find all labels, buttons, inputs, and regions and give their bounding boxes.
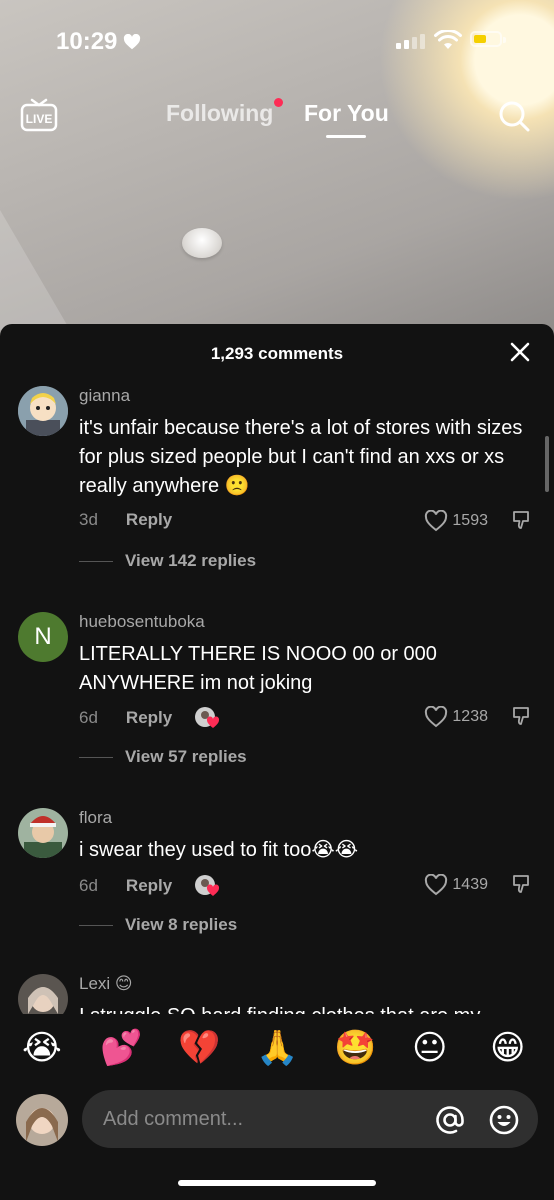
comment-meta: 6d Reply: [79, 874, 222, 898]
emoji-button[interactable]: 🤩: [334, 1028, 376, 1068]
replies-divider: [79, 924, 113, 926]
reply-button[interactable]: Reply: [126, 876, 172, 896]
reply-button[interactable]: Reply: [126, 510, 172, 530]
home-indicator: [178, 1180, 376, 1186]
comment-username[interactable]: huebosentuboka: [79, 612, 205, 632]
wall-edge: [0, 210, 70, 330]
tab-for-you[interactable]: For You: [304, 100, 389, 127]
comment-age: 6d: [79, 708, 98, 727]
emoji-picker-icon[interactable]: [488, 1104, 520, 1136]
heart-outline-icon: [425, 706, 448, 728]
heart-outline-icon: [425, 874, 448, 896]
replies-divider: [79, 756, 113, 758]
like-button[interactable]: 1593: [424, 510, 488, 532]
avatar-letter: N: [34, 623, 52, 650]
status-bar: 10:29: [0, 0, 554, 86]
view-replies-label: View 142 replies: [125, 551, 257, 570]
like-button[interactable]: 1238: [424, 706, 488, 728]
emoji-button[interactable]: 💔: [178, 1028, 220, 1068]
status-time: 10:29: [56, 28, 141, 56]
comment-username[interactable]: Lexi 😊: [79, 974, 133, 994]
comment-meta: 6d Reply: [79, 706, 222, 730]
avatar[interactable]: [18, 386, 68, 436]
close-icon[interactable]: [508, 340, 532, 364]
comments-header: 1,293 comments: [0, 324, 554, 380]
heart-outline-icon: [425, 510, 448, 532]
comment-text: I struggle SO hard finding clothes that …: [79, 1002, 529, 1014]
creator-liked-badge: [194, 706, 222, 730]
like-count: 1238: [452, 708, 488, 725]
comment-input-placeholder: Add comment...: [103, 1108, 244, 1130]
live-icon[interactable]: LIVE: [20, 98, 58, 132]
replies-divider: [79, 560, 113, 562]
comment-input-row: Add comment...: [0, 1086, 554, 1152]
emoji-quick-bar: 😭 💕 💔 🙏 🤩 😐 😁: [0, 1016, 554, 1086]
creator-liked-badge: [194, 874, 222, 898]
reply-button[interactable]: Reply: [126, 708, 172, 728]
view-replies-button[interactable]: View 142 replies: [79, 551, 256, 571]
comment-age: 3d: [79, 510, 98, 529]
emoji-button[interactable]: 😭: [22, 1028, 62, 1068]
emoji-button[interactable]: 😁: [490, 1028, 525, 1068]
comment-age: 6d: [79, 876, 98, 895]
emoji-button[interactable]: 🙏: [256, 1028, 298, 1068]
user-avatar[interactable]: [16, 1094, 68, 1146]
active-tab-indicator: [326, 135, 366, 138]
comment-text: it's unfair because there's a lot of sto…: [79, 417, 523, 497]
view-replies-button[interactable]: View 8 replies: [79, 915, 237, 935]
like-count: 1439: [452, 876, 488, 893]
view-replies-label: View 8 replies: [125, 915, 238, 934]
cellular-signal-icon: [396, 34, 425, 49]
view-replies-label: View 57 replies: [125, 747, 247, 766]
search-icon[interactable]: [496, 98, 532, 134]
comment-username[interactable]: flora: [79, 808, 112, 828]
heart-icon: [124, 34, 141, 50]
tab-following[interactable]: Following: [166, 100, 273, 127]
ceiling-detector: [182, 228, 222, 258]
emoji-button[interactable]: 💕: [100, 1028, 142, 1068]
like-button[interactable]: 1439: [424, 874, 488, 896]
clock: 10:29: [56, 28, 118, 55]
battery-icon: [470, 31, 506, 47]
comment-list: gianna it's unfair because there's a lot…: [0, 380, 554, 1014]
top-navigation: LIVE Following For You: [0, 92, 554, 142]
comment-input[interactable]: Add comment...: [82, 1090, 538, 1148]
dislike-icon[interactable]: [512, 510, 532, 530]
mention-icon[interactable]: [434, 1104, 466, 1136]
comment-count: 1,293 comments: [210, 344, 344, 363]
comment-username[interactable]: gianna: [79, 386, 130, 406]
emoji-button[interactable]: 😐: [412, 1028, 447, 1068]
wifi-icon: [434, 30, 462, 49]
view-replies-button[interactable]: View 57 replies: [79, 747, 247, 767]
avatar[interactable]: [18, 974, 68, 1014]
comment-item: N huebosentuboka LITERALLY THERE IS NOOO…: [0, 606, 554, 776]
avatar[interactable]: [18, 808, 68, 858]
comment-item: flora i swear they used to fit too😭😭 6d …: [0, 802, 554, 952]
comment-item: gianna it's unfair because there's a lot…: [0, 380, 554, 580]
notification-dot: [274, 98, 283, 107]
svg-text:LIVE: LIVE: [26, 112, 53, 126]
comment-text: LITERALLY THERE IS NOOO 00 or 000 ANYWHE…: [79, 643, 437, 694]
comment-text: i swear they used to fit too😭😭: [79, 839, 359, 861]
like-count: 1593: [452, 512, 488, 529]
comment-item: Lexi 😊 I struggle SO hard finding clothe…: [0, 968, 554, 1014]
comment-meta: 3d Reply: [79, 510, 172, 530]
dislike-icon[interactable]: [512, 706, 532, 726]
avatar[interactable]: N: [18, 612, 68, 662]
dislike-icon[interactable]: [512, 874, 532, 894]
